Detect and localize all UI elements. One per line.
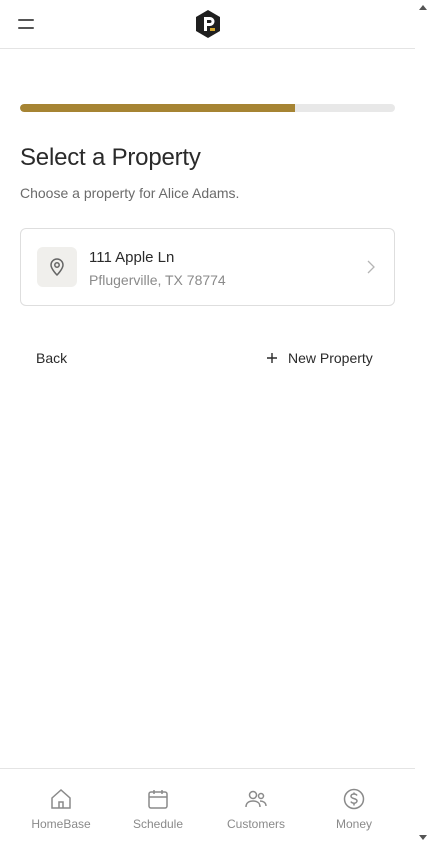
bottom-navigation: HomeBase Schedule Customers Money <box>0 768 415 846</box>
property-address-line1: 111 Apple Ln <box>89 249 175 266</box>
step-progress-bar <box>20 104 395 112</box>
top-header <box>0 0 415 49</box>
new-property-label: New Property <box>288 350 373 366</box>
plus-icon <box>267 353 277 363</box>
nav-label-money: Money <box>335 817 373 831</box>
scroll-up-arrow-icon[interactable] <box>419 5 427 10</box>
scroll-down-arrow-icon[interactable] <box>419 835 427 840</box>
hamburger-menu-icon[interactable] <box>16 14 36 34</box>
nav-item-schedule[interactable]: Schedule <box>113 787 203 831</box>
nav-label-homebase: HomeBase <box>31 817 91 831</box>
page-subtitle: Choose a property for Alice Adams. <box>20 185 240 201</box>
chevron-right-icon <box>366 259 376 280</box>
nav-item-homebase[interactable]: HomeBase <box>16 787 106 831</box>
new-property-button[interactable]: New Property <box>266 350 373 366</box>
property-address-line2: Pflugerville, TX 78774 <box>89 272 226 288</box>
nav-label-customers: Customers <box>226 817 285 831</box>
nav-item-money[interactable]: Money <box>309 787 399 831</box>
page-title: Select a Property <box>20 144 201 171</box>
nav-label-schedule: Schedule <box>132 817 184 831</box>
step-progress-fill <box>20 104 295 112</box>
dollar-icon <box>343 788 365 810</box>
app-screen: Select a Property Choose a property for … <box>0 0 415 846</box>
map-pin-icon <box>37 247 77 287</box>
brand-logo-icon[interactable] <box>194 9 222 39</box>
nav-item-customers[interactable]: Customers <box>211 787 301 831</box>
users-icon <box>245 790 267 808</box>
home-icon <box>51 788 71 809</box>
vertical-scrollbar[interactable] <box>415 0 430 845</box>
back-button[interactable]: Back <box>36 350 67 366</box>
property-card[interactable]: 111 Apple Ln Pflugerville, TX 78774 <box>20 228 395 306</box>
calendar-icon <box>148 790 168 809</box>
